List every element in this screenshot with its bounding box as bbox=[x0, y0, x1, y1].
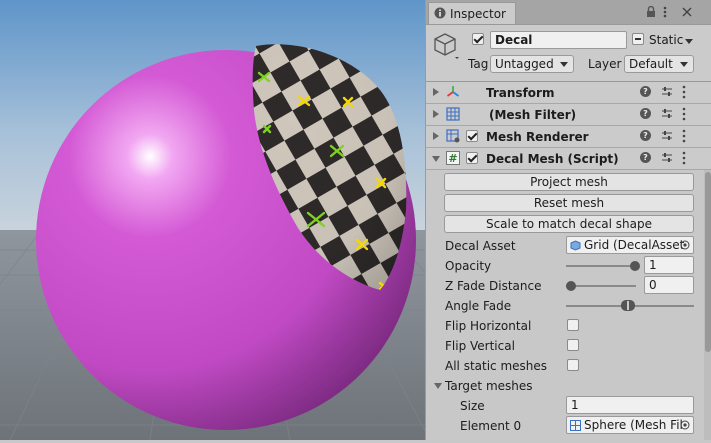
mesh-renderer-icon bbox=[446, 129, 460, 143]
enabled-checkbox[interactable] bbox=[466, 152, 478, 164]
opacity-slider-thumb[interactable] bbox=[630, 261, 640, 271]
fold-arrow-icon[interactable] bbox=[432, 156, 440, 162]
tag-dropdown[interactable]: Untagged bbox=[490, 55, 574, 73]
enabled-checkbox[interactable] bbox=[466, 130, 478, 142]
flip-vertical-label: Flip Vertical bbox=[445, 339, 515, 353]
help-icon[interactable]: ? bbox=[640, 86, 651, 97]
lock-icon[interactable] bbox=[646, 6, 656, 18]
tab-inspector[interactable]: Inspector bbox=[428, 2, 516, 24]
scale-to-match-button[interactable]: Scale to match decal shape bbox=[444, 215, 694, 233]
component-title: Decal Mesh (Script) bbox=[486, 152, 619, 166]
gameobject-header: Decal Static Tag Untagged Layer Default bbox=[426, 25, 711, 82]
component-mesh-filter[interactable]: (Mesh Filter) ? bbox=[426, 104, 711, 126]
decal-asset-label: Decal Asset bbox=[445, 239, 516, 253]
info-icon bbox=[434, 7, 446, 19]
layer-dropdown[interactable]: Default bbox=[624, 55, 694, 73]
decal-asset-value: Grid (DecalAsset bbox=[584, 238, 685, 252]
flip-horizontal-label: Flip Horizontal bbox=[445, 319, 532, 333]
angle-fade-range-handle[interactable] bbox=[621, 300, 635, 311]
help-icon[interactable]: ? bbox=[640, 130, 651, 141]
more-options-icon[interactable] bbox=[682, 129, 686, 143]
tab-inspector-label: Inspector bbox=[450, 7, 506, 21]
element-0-value: Sphere (Mesh Fil bbox=[584, 418, 683, 432]
component-mesh-renderer[interactable]: Mesh Renderer ? bbox=[426, 126, 711, 148]
opacity-slider[interactable] bbox=[566, 265, 636, 267]
preset-icon[interactable] bbox=[661, 108, 673, 120]
element-0-label: Element 0 bbox=[460, 419, 522, 433]
transform-icon bbox=[446, 86, 460, 97]
tag-label: Tag bbox=[468, 57, 489, 71]
decal-asset-field[interactable]: Grid (DecalAsset bbox=[566, 236, 694, 254]
script-icon: # bbox=[446, 151, 460, 165]
gameobject-cube-icon[interactable] bbox=[432, 31, 460, 59]
opacity-field[interactable]: 1 bbox=[644, 256, 694, 274]
active-checkbox[interactable] bbox=[472, 33, 484, 45]
size-field[interactable]: 1 bbox=[566, 396, 694, 414]
reset-mesh-button[interactable]: Reset mesh bbox=[444, 194, 694, 212]
preset-icon[interactable] bbox=[661, 152, 673, 164]
size-label: Size bbox=[460, 399, 485, 413]
element-0-field[interactable]: Sphere (Mesh Fil bbox=[566, 416, 694, 434]
static-checkbox[interactable] bbox=[632, 33, 644, 45]
scene-canvas[interactable] bbox=[0, 0, 571, 441]
fold-arrow-icon[interactable] bbox=[433, 132, 439, 140]
tag-value: Untagged bbox=[495, 57, 554, 71]
layer-value: Default bbox=[629, 57, 673, 71]
flip-vertical-checkbox[interactable] bbox=[567, 339, 579, 351]
z-fade-distance-label: Z Fade Distance bbox=[445, 279, 542, 293]
target-meshes-label[interactable]: Target meshes bbox=[445, 379, 533, 393]
preset-icon[interactable] bbox=[661, 130, 673, 142]
chevron-down-icon bbox=[680, 62, 688, 67]
component-title: (Mesh Filter) bbox=[489, 108, 577, 122]
mesh-icon bbox=[570, 420, 581, 431]
component-title: Transform bbox=[486, 86, 555, 100]
svg-text:#: # bbox=[448, 152, 457, 165]
component-transform[interactable]: Transform ? bbox=[426, 82, 711, 104]
component-title: Mesh Renderer bbox=[486, 130, 589, 144]
tab-menu-icon[interactable] bbox=[663, 6, 667, 18]
object-picker-icon[interactable] bbox=[680, 240, 690, 250]
flip-horizontal-checkbox[interactable] bbox=[567, 319, 579, 331]
mesh-filter-icon bbox=[446, 107, 460, 121]
layer-label: Layer bbox=[588, 57, 622, 71]
z-fade-slider-thumb[interactable] bbox=[566, 281, 576, 291]
target-meshes-fold-icon[interactable] bbox=[434, 383, 442, 389]
object-picker-icon[interactable] bbox=[680, 420, 690, 430]
all-static-meshes-label: All static meshes bbox=[445, 359, 548, 373]
fold-arrow-icon[interactable] bbox=[433, 88, 439, 96]
inspector-scrollbar[interactable] bbox=[704, 170, 711, 440]
static-dropdown-arrow-icon[interactable] bbox=[685, 39, 693, 44]
tab-bar: Inspector bbox=[426, 0, 711, 25]
more-options-icon[interactable] bbox=[682, 151, 686, 165]
more-options-icon[interactable] bbox=[682, 85, 686, 99]
chevron-down-icon bbox=[560, 62, 568, 67]
opacity-label: Opacity bbox=[445, 259, 492, 273]
asset-icon bbox=[570, 240, 581, 251]
object-name-field[interactable]: Decal bbox=[490, 31, 627, 49]
more-options-icon[interactable] bbox=[682, 107, 686, 121]
preset-icon[interactable] bbox=[661, 86, 673, 98]
scene-view[interactable] bbox=[0, 0, 571, 441]
help-icon[interactable]: ? bbox=[640, 152, 651, 163]
component-decal-mesh[interactable]: # Decal Mesh (Script) ? bbox=[426, 148, 711, 170]
static-label: Static bbox=[649, 33, 684, 47]
all-static-meshes-checkbox[interactable] bbox=[567, 359, 579, 371]
project-mesh-button[interactable]: Project mesh bbox=[444, 173, 694, 191]
inspector-panel: Inspector Decal Static Tag Untagged Laye… bbox=[425, 0, 711, 440]
fold-arrow-icon[interactable] bbox=[433, 110, 439, 118]
scrollbar-thumb[interactable] bbox=[705, 172, 711, 352]
close-icon[interactable] bbox=[682, 7, 692, 17]
z-fade-field[interactable]: 0 bbox=[644, 276, 694, 294]
z-fade-slider[interactable] bbox=[566, 285, 636, 287]
angle-fade-label: Angle Fade bbox=[445, 299, 512, 313]
help-icon[interactable]: ? bbox=[640, 108, 651, 119]
